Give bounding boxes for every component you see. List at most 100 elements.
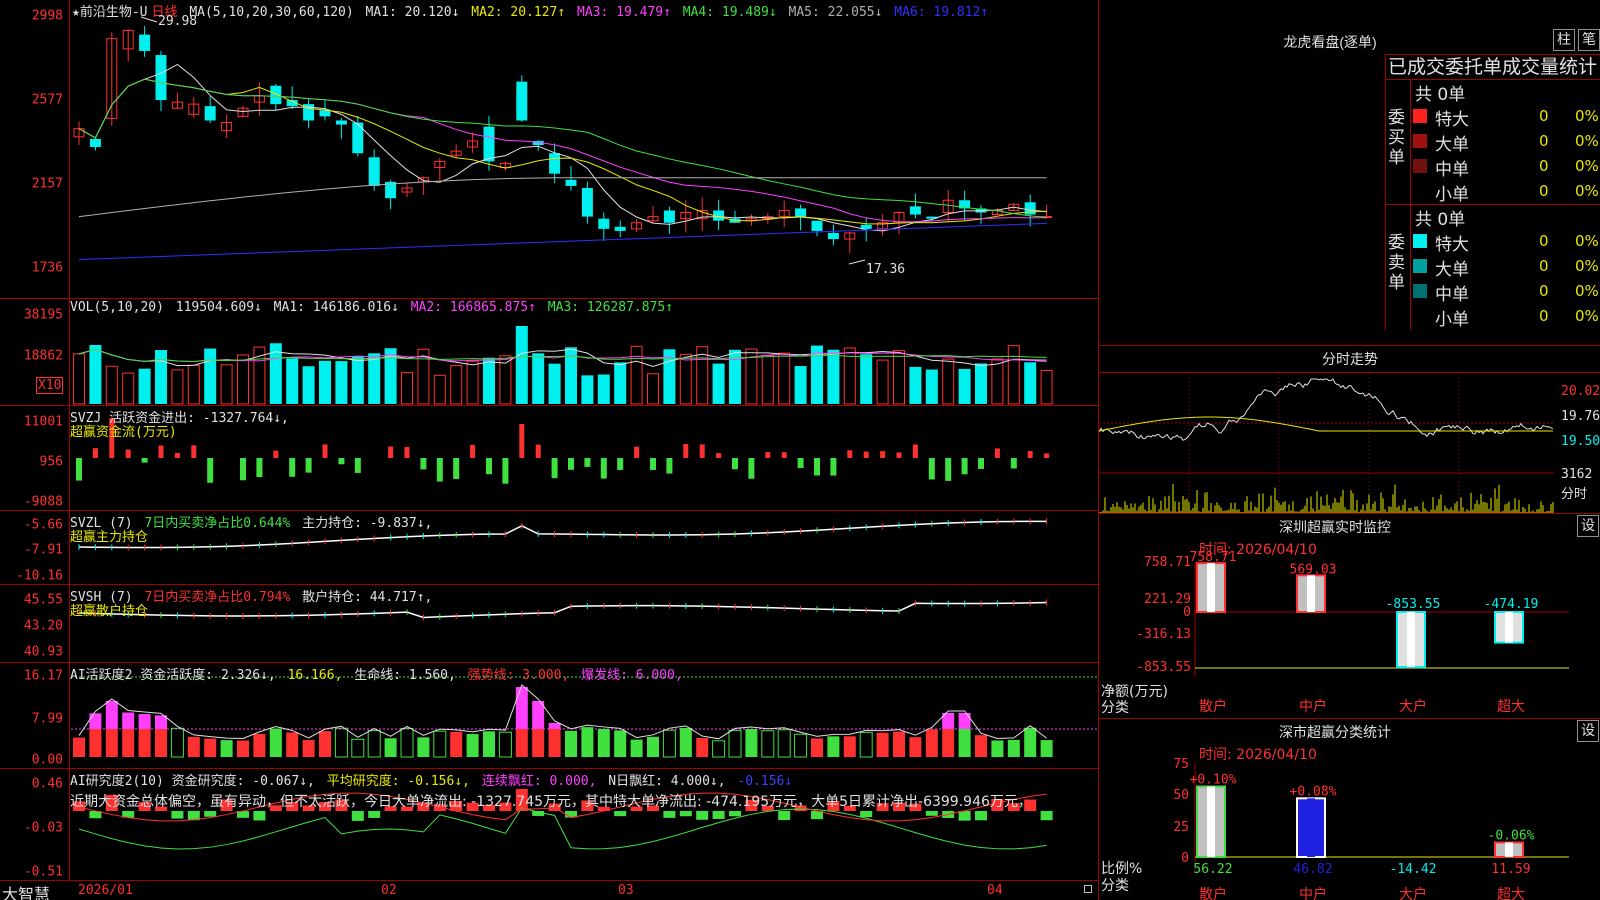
buy-total: 共 0单 bbox=[1415, 85, 1466, 105]
classify-change-label: +0.10% bbox=[1190, 773, 1237, 788]
activity-bar-hollow bbox=[170, 727, 184, 758]
classify-y-label: 0 bbox=[1181, 851, 1189, 866]
sell-row: 大单 0 0% bbox=[1411, 255, 1600, 280]
ai2-commentary: 近期大资金总体偏空，虽有异动，但不太活跃，今日大单净流出: -1327.745万… bbox=[70, 794, 1032, 810]
monitor-chart: 758.71221.290-316.13-853.55758.71散户569.0… bbox=[1136, 550, 1569, 715]
activity-bar-hollow bbox=[400, 727, 414, 758]
flow-bar-out bbox=[436, 458, 443, 482]
candle-down bbox=[155, 55, 167, 101]
lhb-tick-button[interactable]: 笔 bbox=[1578, 29, 1600, 51]
flow-bar-out bbox=[502, 458, 509, 484]
classify-category-label: 超大 bbox=[1497, 887, 1525, 900]
activity-bar bbox=[204, 738, 217, 757]
ai-research-panel[interactable]: 0.46 -0.03 -0.51 AI研究度2(10) 资金研究度: -0.06… bbox=[0, 768, 1098, 880]
flow-bar-in bbox=[174, 452, 180, 458]
ma3-value: MA3: 19.479↑ bbox=[577, 5, 671, 20]
flow-bar-out bbox=[207, 458, 214, 483]
ai2-y-label: 0.46 bbox=[31, 776, 63, 792]
ai1-y-label: 0.00 bbox=[31, 752, 63, 768]
candle-down bbox=[598, 218, 610, 229]
flow-bar-out bbox=[797, 458, 804, 468]
flow-bar-in bbox=[634, 446, 640, 458]
svsh-y-label: 43.20 bbox=[23, 618, 63, 634]
svsh-y-label: 40.93 bbox=[23, 644, 63, 660]
intraday-chart[interactable] bbox=[1099, 372, 1600, 515]
activity-bar bbox=[548, 729, 561, 757]
activity-bar-top bbox=[958, 713, 971, 729]
monitor-value-label: -853.55 bbox=[1386, 597, 1441, 612]
high-label: 29.98 bbox=[158, 14, 198, 29]
vol-bar-up bbox=[942, 358, 955, 405]
research-bar-neg bbox=[696, 811, 709, 820]
ai-activity-panel[interactable]: 16.17 7.99 0.00 AI活跃度2 资金活跃度: 2.326↓, 16… bbox=[0, 662, 1098, 768]
sell-row-name: 大单 bbox=[1435, 260, 1469, 280]
ma120-line bbox=[78, 222, 1047, 261]
flow-bar-out bbox=[453, 458, 460, 479]
lhb-bar-button[interactable]: 柱 bbox=[1553, 29, 1575, 51]
buy-row-count: 0 bbox=[1539, 107, 1549, 125]
candle-down bbox=[368, 157, 380, 186]
ai1-y-axis: 16.17 7.99 0.00 bbox=[0, 663, 70, 768]
sell-row-count: 0 bbox=[1539, 257, 1549, 275]
stock-name[interactable]: 前沿生物-U bbox=[80, 5, 148, 20]
candle-down bbox=[516, 81, 528, 121]
monitor-bar-highlight bbox=[1505, 612, 1513, 643]
vol-bar-down bbox=[302, 366, 315, 404]
flow-bar-in bbox=[191, 445, 197, 458]
vol-bar-down bbox=[89, 344, 102, 404]
monitor-section[interactable]: 深圳超赢实时监控 设 时间: 2026/04/10 758.71 221.29 0-… bbox=[1099, 513, 1600, 718]
activity-bar bbox=[220, 740, 233, 757]
activity-bar-hollow bbox=[433, 730, 447, 758]
classify-y-label: 50 bbox=[1173, 788, 1189, 803]
intraday-section[interactable]: 分时走势 20.02 19.76 19.50 3162 分时 bbox=[1099, 345, 1600, 515]
candle-down bbox=[860, 224, 872, 229]
activity-bar bbox=[893, 731, 905, 757]
research-bar-neg bbox=[925, 811, 938, 816]
flow-bar-out bbox=[486, 458, 492, 475]
activity-bar-top bbox=[548, 723, 561, 729]
activity-bar bbox=[286, 732, 299, 757]
flow-bar-out bbox=[928, 458, 935, 480]
classify-change-label: +0.08% bbox=[1290, 784, 1337, 799]
svzl-y-axis: -5.66 -7.91 -10.16 bbox=[0, 511, 70, 584]
lhb-tabs[interactable]: 已成交委托单成交量统计 bbox=[1385, 54, 1600, 80]
monitor-category-label: 超大 bbox=[1497, 699, 1525, 715]
classify-section[interactable]: 深市超赢分类统计 设 时间: 2026/04/10 75 50 25 0 56.22 +0… bbox=[1099, 718, 1600, 900]
candle-down bbox=[827, 232, 839, 240]
activity-bar-hollow bbox=[367, 730, 381, 758]
research-bar-neg bbox=[351, 811, 364, 821]
ai1-burstline: 爆发线: 6.000, bbox=[581, 668, 683, 683]
activity-bar bbox=[565, 730, 577, 757]
activity-bar-hollow bbox=[777, 729, 791, 758]
flow-bar-in bbox=[863, 451, 869, 458]
buy-row-pct: 0% bbox=[1575, 132, 1599, 150]
sell-row: 中单 0 0% bbox=[1411, 280, 1600, 305]
buy-row: 中单 0 0% bbox=[1411, 155, 1600, 180]
flow-bar-in bbox=[683, 444, 689, 458]
ai1-y-label: 7.99 bbox=[31, 711, 63, 727]
vol-bar-down bbox=[958, 368, 971, 404]
candle-down bbox=[581, 187, 593, 217]
vol-bar-down bbox=[597, 374, 610, 404]
svzj-panel[interactable]: 11001 956 -9088 SVZJ 活跃资金进出: -1327.764↓,… bbox=[0, 405, 1098, 510]
kline-panel[interactable]: 2998 2577 2157 1736 ★前沿生物-U 日线 MA(5,10,20… bbox=[0, 0, 1098, 298]
sell-row-count: 0 bbox=[1539, 307, 1549, 325]
vol-panel[interactable]: 38195 18862 X10 VOL(5,10,20) 119504.609↓… bbox=[0, 298, 1098, 405]
vol-bar-up bbox=[73, 353, 85, 405]
flow-bar-out bbox=[600, 458, 607, 479]
svsh-panel[interactable]: 45.55 43.20 40.93 SVSH (7) 7日内买卖净占比0.794… bbox=[0, 584, 1098, 662]
activity-bar bbox=[450, 731, 463, 757]
svzl-panel[interactable]: -5.66 -7.91 -10.16 SVZL (7) 7日内买卖净占比0.64… bbox=[0, 510, 1098, 584]
vol-unit-label: X10 bbox=[36, 377, 64, 394]
vol-bar-up bbox=[679, 353, 692, 405]
low-pointer bbox=[848, 259, 866, 265]
sell-row-name: 特大 bbox=[1435, 235, 1469, 255]
flow-bar-in bbox=[535, 444, 541, 458]
vol-bar-down bbox=[909, 366, 922, 404]
kline-chart[interactable] bbox=[71, 0, 1098, 298]
classify-value-label: 56.22 bbox=[1193, 862, 1232, 877]
vol-bar-down bbox=[204, 348, 217, 404]
vol-title: VOL(5,10,20) bbox=[70, 300, 164, 315]
monitor-y-label: 758.71 bbox=[1144, 555, 1191, 570]
activity-bar bbox=[1024, 727, 1037, 757]
